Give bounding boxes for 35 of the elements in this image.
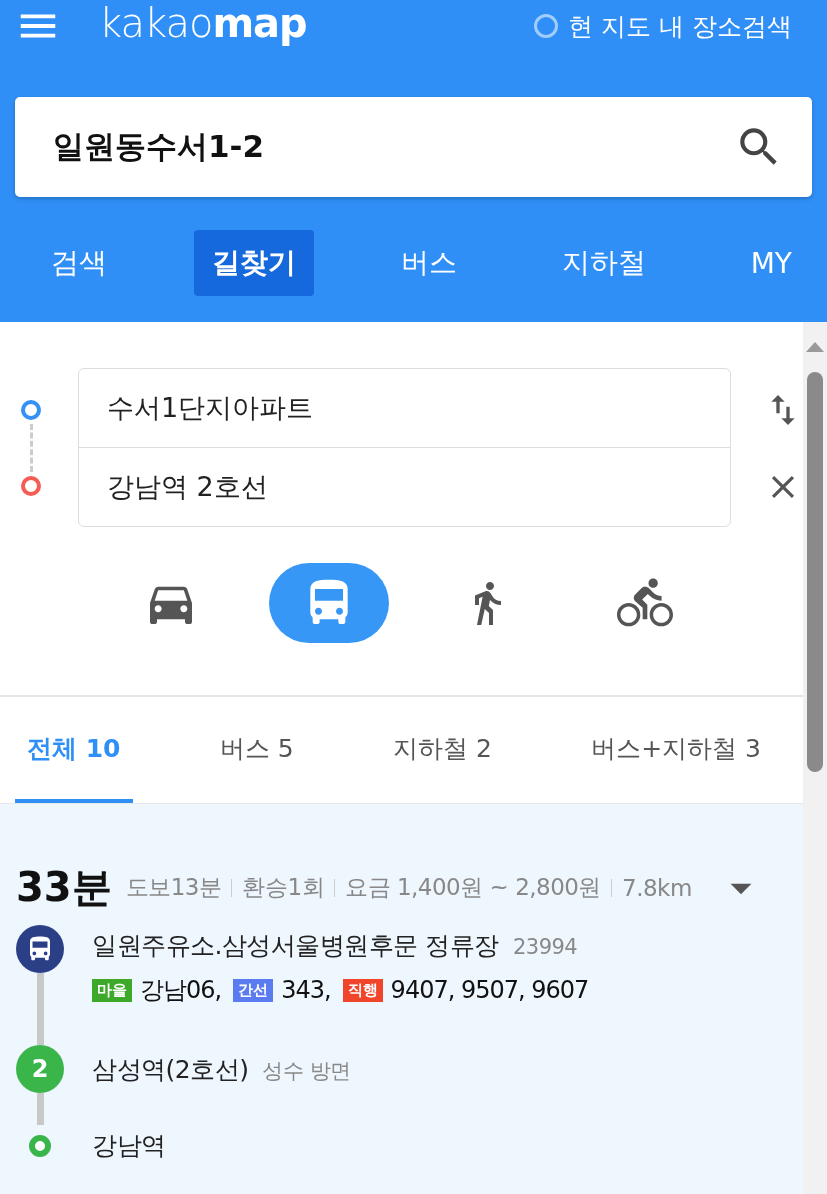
route-connector	[29, 423, 33, 472]
result-filter-tab[interactable]: 버스+지하철 3	[579, 697, 773, 803]
bus-type-badge: 마을	[92, 978, 132, 1002]
origin-marker	[21, 399, 41, 420]
route-summary-item: 도보13분	[125, 873, 222, 902]
stop-name: 일원주유소.삼성서울병원후문 정류장	[92, 930, 499, 962]
nav-tab[interactable]: 길찾기	[193, 230, 314, 296]
nav-tab[interactable]: MY	[732, 230, 810, 296]
nav-tab[interactable]: 버스	[382, 230, 475, 296]
route-summary-item: 7.8km	[622, 874, 692, 901]
map-area-search-toggle[interactable]: 현 지도 내 장소검색	[534, 9, 812, 43]
subway-line-badge: 2	[16, 1045, 64, 1093]
destination-field[interactable]: 강남역 2호선	[79, 447, 730, 526]
route-summary-item: 요금 1,400원 ~ 2,800원	[345, 873, 601, 902]
direction: 성수 방면	[262, 1058, 351, 1085]
origin-field[interactable]: 수서1단지아파트	[79, 369, 730, 447]
bus-routes: 9407, 9507, 9607	[390, 976, 589, 1004]
route-summary-item: 환승1회	[242, 873, 325, 902]
bus-routes: 강남06,	[140, 975, 222, 1006]
bus-routes: 343,	[281, 976, 331, 1004]
search-field[interactable]: 일원동수서1-2	[15, 97, 812, 197]
stop-id: 23994	[512, 935, 578, 959]
duration: 33분	[16, 863, 112, 912]
destination-marker	[21, 475, 41, 496]
route-line	[36, 1093, 44, 1125]
station-name: 강남역	[92, 1130, 166, 1162]
result-filter-tab[interactable]: 지하철 2	[381, 697, 504, 803]
scrollbar[interactable]	[803, 322, 827, 1194]
nav-tab[interactable]: 지하철	[543, 230, 664, 296]
bus-type-badge: 간선	[233, 978, 274, 1002]
nav-tab[interactable]: 검색	[33, 230, 125, 296]
logo[interactable]: kakaomap	[99, 0, 307, 46]
result-filter-tab[interactable]: 버스 5	[207, 697, 306, 803]
station-name: 삼성역(2호선)	[92, 1054, 249, 1086]
bus-type-badge: 직행	[342, 978, 383, 1002]
